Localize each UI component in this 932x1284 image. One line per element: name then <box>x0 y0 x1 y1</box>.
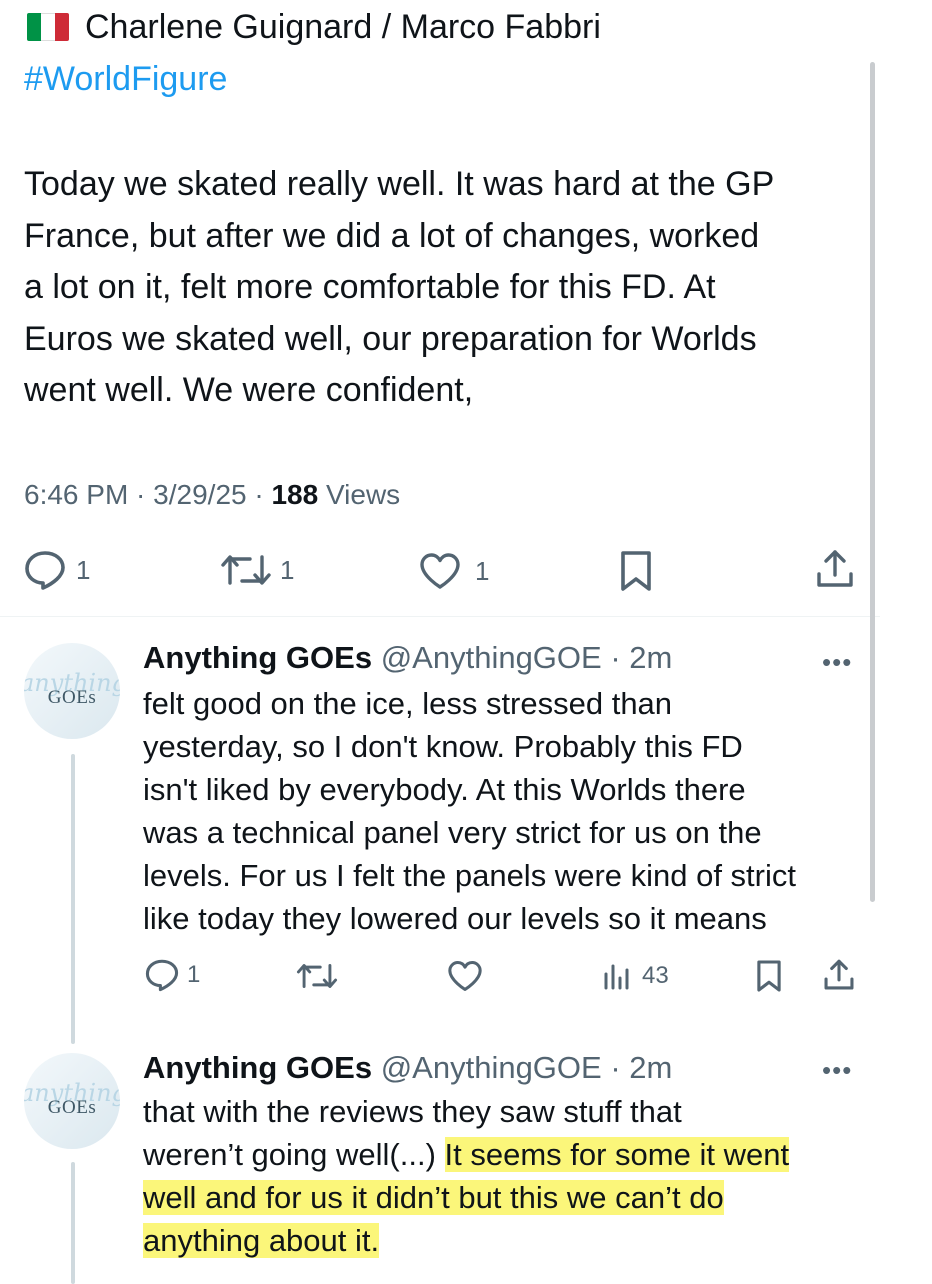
reply-icon <box>145 959 179 992</box>
reply-line: felt good on the ice, less stressed than <box>143 686 673 721</box>
tweet-body-line: a lot on it, felt more comfortable for t… <box>24 268 716 306</box>
reply-button[interactable]: 1 <box>145 958 200 992</box>
like-button[interactable]: 1 <box>419 552 489 590</box>
thread-line <box>71 754 75 1044</box>
reply-line: anything about it. <box>143 1219 863 1262</box>
reply-time[interactable]: 2m <box>629 1050 672 1085</box>
reply-time[interactable]: 2m <box>629 640 672 675</box>
tweet-body-line: Today we skated really well. It was hard… <box>24 165 775 203</box>
share-icon <box>824 959 854 990</box>
tweet-meta: 6:46 PM · 3/29/25 · 188 Views <box>24 479 401 510</box>
reply-line: well and for us it didn’t but this we ca… <box>143 1176 863 1219</box>
analytics-icon <box>604 964 629 990</box>
reply-line: weren’t going well(...) It seems for som… <box>143 1133 863 1176</box>
bookmark-button[interactable] <box>755 958 783 994</box>
more-options-icon[interactable]: ••• <box>822 1057 852 1083</box>
user-handle[interactable]: @AnythingGOE <box>381 640 602 675</box>
retweet-icon <box>296 964 338 988</box>
reply-line: like today they lowered our levels so it… <box>143 901 767 936</box>
share-icon <box>817 550 853 587</box>
reply-line: isn't liked by everybody. At this Worlds… <box>143 772 746 807</box>
reply-body: that with the reviews they saw stuff tha… <box>143 1090 863 1262</box>
thread-line <box>71 1162 75 1284</box>
user-handle[interactable]: @AnythingGOE <box>381 1050 602 1085</box>
views-count: 188 <box>271 479 319 510</box>
reply-body: felt good on the ice, less stressed than… <box>143 682 863 940</box>
tweet-title: Charlene Guignard / Marco Fabbri <box>85 8 601 46</box>
reply-line: levels. For us I felt the panels were ki… <box>143 858 796 893</box>
retweet-count: 1 <box>280 554 295 585</box>
like-count: 1 <box>475 555 490 586</box>
reply-icon <box>25 551 65 590</box>
bookmark-button[interactable] <box>618 550 654 592</box>
bookmark-icon <box>757 960 781 992</box>
divider <box>0 616 880 617</box>
tweet-body: Today we skated really well. It was hard… <box>24 159 874 417</box>
like-button[interactable] <box>447 960 483 992</box>
reply-button[interactable]: 1 <box>24 550 90 590</box>
reply-count: 1 <box>187 961 201 988</box>
avatar-label: GOEs <box>47 1097 97 1118</box>
reply-count: 1 <box>76 554 91 585</box>
display-name[interactable]: Anything GOEs <box>143 640 372 675</box>
views-count: 43 <box>642 962 669 989</box>
highlighted-text: anything about it. <box>143 1223 380 1258</box>
share-button[interactable] <box>822 958 856 992</box>
more-options-icon[interactable]: ••• <box>822 649 852 675</box>
avatar[interactable]: anything GOEs <box>24 1053 120 1149</box>
tweet-body-line: went well. We were confident, <box>24 371 474 409</box>
reply-header: Anything GOEs @AnythingGOE · 2m <box>143 640 673 675</box>
avatar-label: GOEs <box>47 687 97 708</box>
tweet-body-line: Euros we skated well, our preparation fo… <box>24 319 757 358</box>
highlighted-text: It seems for some it went <box>444 1137 790 1172</box>
heart-icon <box>420 553 460 589</box>
views-label: Views <box>325 479 401 510</box>
bookmark-icon <box>621 551 651 591</box>
reply-line: yesterday, so I don't know. Probably thi… <box>143 729 743 764</box>
italy-flag-icon <box>27 13 69 41</box>
reply-header: Anything GOEs @AnythingGOE · 2m <box>143 1050 673 1085</box>
scrollbar[interactable] <box>870 62 875 902</box>
heart-icon <box>448 961 482 991</box>
tweet-body-line: France, but after we did a lot of change… <box>24 216 760 255</box>
reply-line: that with the reviews they saw stuff tha… <box>143 1094 682 1129</box>
display-name[interactable]: Anything GOEs <box>143 1050 372 1085</box>
hashtag-link[interactable]: #WorldFigure <box>24 57 227 101</box>
tweet-time[interactable]: 6:46 PM <box>24 479 128 510</box>
retweet-button[interactable] <box>296 960 338 992</box>
share-button[interactable] <box>814 548 856 590</box>
highlighted-text: well and for us it didn’t but this we ca… <box>143 1180 724 1215</box>
reply-line: was a technical panel very strict for us… <box>143 815 762 850</box>
avatar[interactable]: anything GOEs <box>24 643 120 739</box>
retweet-button[interactable]: 1 <box>220 551 294 589</box>
tweet-date[interactable]: 3/29/25 <box>153 479 246 510</box>
views-button[interactable]: 43 <box>602 960 669 992</box>
reply-text: weren’t going well(...) <box>143 1137 445 1172</box>
retweet-icon <box>221 555 271 585</box>
